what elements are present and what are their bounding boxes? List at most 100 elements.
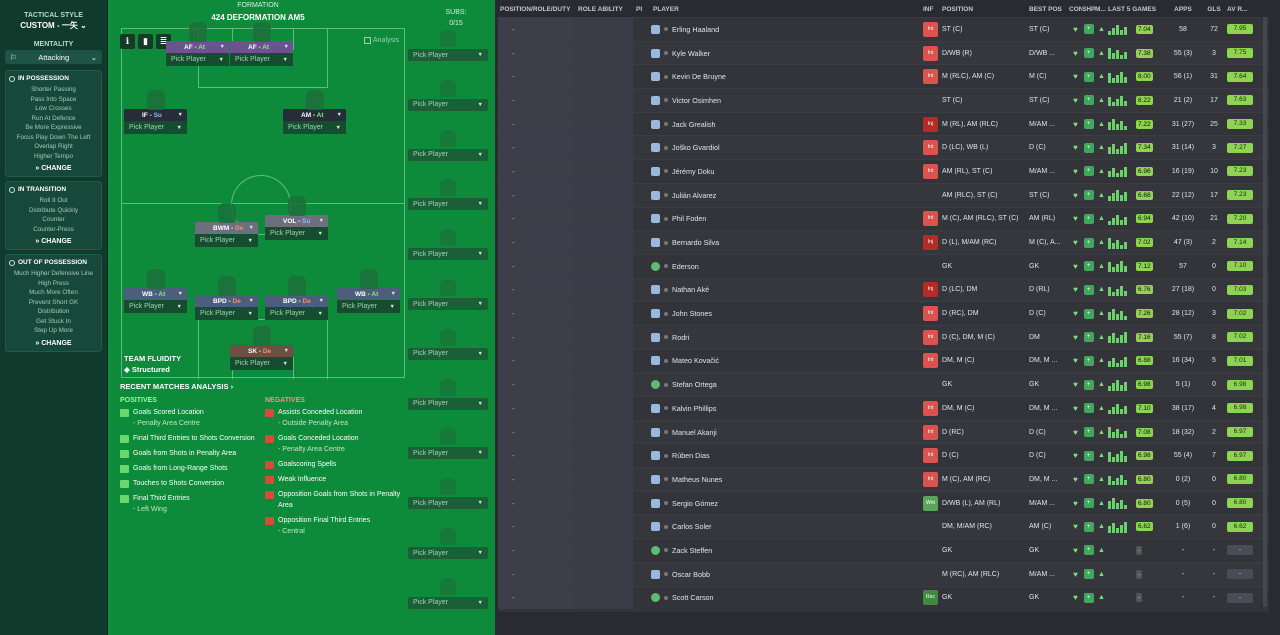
position-cell[interactable]: - bbox=[498, 136, 573, 160]
table-row[interactable]: - Erling Haaland Int ST (C) ST (C) ♥ + ▲ 7.04 58 7… bbox=[498, 17, 1269, 41]
table-row[interactable]: - Scott Carson Rec GK GK ♥ + ▲ - - - - bbox=[498, 585, 1269, 610]
player-cell[interactable]: Manuel Akanji bbox=[651, 427, 923, 437]
player-cell[interactable]: Victor Osimhen bbox=[651, 95, 923, 105]
change-out-of-possession-button[interactable]: » CHANGE bbox=[9, 340, 98, 347]
position-slot[interactable]: AM - At ▼ Pick Player ▼ bbox=[283, 90, 346, 134]
pick-player-button[interactable]: Pick Player ▼ bbox=[408, 248, 488, 261]
player-cell[interactable]: Phil Foden bbox=[651, 214, 923, 224]
col-pi[interactable]: PI bbox=[633, 6, 651, 13]
pick-player-button[interactable]: Pick Player ▼ bbox=[230, 357, 293, 370]
negative-item[interactable]: Goalscoring Spells bbox=[265, 459, 405, 470]
position-slot[interactable]: BWM - De ▼ Pick Player ▼ bbox=[195, 203, 258, 247]
pick-player-button[interactable]: Pick Player ▼ bbox=[283, 121, 346, 134]
sub-slot[interactable]: Pick Player ▼ bbox=[408, 328, 488, 360]
pick-player-button[interactable]: Pick Player ▼ bbox=[124, 300, 187, 313]
pick-player-button[interactable]: Pick Player ▼ bbox=[408, 596, 488, 609]
position-slot[interactable]: BPD - De ▼ Pick Player ▼ bbox=[195, 276, 258, 320]
positive-item[interactable]: Goals Scored Location - Penalty Area Cent… bbox=[120, 407, 260, 429]
table-row[interactable]: - Sergio Gómez Wnt D/WB (L), AM (RL) M/AM ..… bbox=[498, 490, 1269, 515]
player-cell[interactable]: Matheus Nunes bbox=[651, 474, 923, 484]
negative-item[interactable]: Goals Conceded Location - Penalty Area Ce… bbox=[265, 433, 405, 455]
change-in-transition-button[interactable]: » CHANGE bbox=[9, 238, 98, 245]
player-cell[interactable]: Oscar Bobb bbox=[651, 569, 923, 579]
player-cell[interactable]: Nathan Aké bbox=[651, 285, 923, 295]
position-cell[interactable]: - bbox=[498, 254, 573, 278]
pick-player-button[interactable]: Pick Player ▼ bbox=[265, 307, 328, 320]
player-cell[interactable]: Sergio Gómez bbox=[651, 498, 923, 508]
sub-slot[interactable]: Pick Player ▼ bbox=[408, 577, 488, 609]
player-cell[interactable]: Jack Grealish bbox=[651, 119, 923, 129]
player-cell[interactable]: Rúben Dias bbox=[651, 451, 923, 461]
scrollbar[interactable] bbox=[1263, 17, 1267, 607]
positive-item[interactable]: Touches to Shots Conversion bbox=[120, 478, 260, 489]
pick-player-button[interactable]: Pick Player ▼ bbox=[195, 234, 258, 247]
position-slot[interactable]: WB - At ▼ Pick Player ▼ bbox=[124, 269, 187, 313]
position-cell[interactable]: - bbox=[498, 397, 573, 420]
col-m[interactable]: M... bbox=[1095, 6, 1108, 13]
player-cell[interactable]: Rodri bbox=[651, 332, 923, 342]
negative-item[interactable]: Opposition Final Third Entries - Central bbox=[265, 515, 405, 537]
table-row[interactable]: - Ederson GK GK ♥ + ▲ 7.12 57 0 7.10 bbox=[498, 253, 1269, 278]
col-inf[interactable]: INF bbox=[923, 6, 942, 13]
col-apps[interactable]: APPS bbox=[1165, 6, 1201, 13]
table-row[interactable]: - Stefan Ortega GK GK ♥ + ▲ 6.98 5 (1) 0 6.98 bbox=[498, 372, 1269, 396]
player-cell[interactable]: John Stones bbox=[651, 309, 923, 319]
position-cell[interactable]: - bbox=[498, 562, 573, 586]
sub-slot[interactable]: Pick Player ▼ bbox=[408, 229, 488, 261]
pick-player-button[interactable]: Pick Player ▼ bbox=[337, 300, 400, 313]
player-cell[interactable]: Stefan Ortega bbox=[651, 380, 923, 390]
formation-name[interactable]: 424 DEFORMATION AM5 bbox=[108, 13, 408, 22]
positive-item[interactable]: Goals from Long-Range Shots bbox=[120, 463, 260, 474]
player-cell[interactable]: Kevin De Bruyne bbox=[651, 72, 923, 82]
position-slot[interactable]: AF - At ▼ Pick Player ▼ bbox=[230, 22, 293, 66]
recent-matches-analysis-link[interactable]: RECENT MATCHES ANALYSIS › bbox=[120, 382, 233, 391]
pick-player-button[interactable]: Pick Player ▼ bbox=[408, 49, 488, 61]
pick-player-button[interactable]: Pick Player ▼ bbox=[265, 227, 328, 240]
position-cell[interactable]: - bbox=[498, 160, 573, 183]
col-shp[interactable]: SHP bbox=[1082, 6, 1095, 13]
player-cell[interactable]: Mateo Kovačić bbox=[651, 356, 923, 366]
info-icon[interactable]: ℹ bbox=[120, 34, 135, 49]
pick-player-button[interactable]: Pick Player ▼ bbox=[408, 347, 488, 360]
position-cell[interactable]: - bbox=[498, 539, 573, 562]
position-cell[interactable]: - bbox=[498, 325, 573, 349]
position-slot[interactable]: IF - Su ▼ Pick Player ▼ bbox=[124, 90, 187, 134]
player-cell[interactable]: Kyle Walker bbox=[651, 48, 923, 58]
table-row[interactable]: - Kyle Walker Int D/WB (R) D/WB ... ♥ + ▲ 7.38 55… bbox=[498, 40, 1269, 65]
position-cell[interactable]: - bbox=[498, 586, 573, 610]
position-slot[interactable]: AF - At ▼ Pick Player ▼ bbox=[166, 22, 229, 66]
sub-slot[interactable]: Pick Player ▼ bbox=[408, 30, 488, 61]
table-row[interactable]: - John Stones Int D (RC), DM D (C) ♥ + ▲ 7.26 28 … bbox=[498, 301, 1269, 325]
col-player[interactable]: PLAYER bbox=[651, 6, 923, 13]
position-slot[interactable]: BPD - De ▼ Pick Player ▼ bbox=[265, 276, 328, 320]
col-position[interactable]: POSITION/ROLE/DUTY bbox=[498, 6, 573, 13]
position-cell[interactable]: - bbox=[498, 468, 573, 491]
table-row[interactable]: - Nathan Aké Inj D (LC), DM D (RL) ♥ + ▲ 6.76 27 … bbox=[498, 277, 1269, 302]
position-cell[interactable]: - bbox=[498, 349, 573, 373]
pick-player-button[interactable]: Pick Player ▼ bbox=[408, 397, 488, 410]
position-cell[interactable]: - bbox=[498, 231, 573, 254]
col-con[interactable]: CON bbox=[1069, 6, 1082, 13]
table-row[interactable]: - Julián Alvarez AM (RLC), ST (C) ST (C) ♥ + ▲… bbox=[498, 182, 1269, 207]
col-role-ability[interactable]: ROLE ABILITY bbox=[573, 6, 633, 13]
pick-player-button[interactable]: Pick Player ▼ bbox=[408, 298, 488, 310]
table-row[interactable]: - Matheus Nunes Int M (C), AM (RC) DM, M ...… bbox=[498, 467, 1269, 491]
sub-slot[interactable]: Pick Player ▼ bbox=[408, 279, 488, 310]
pick-player-button[interactable]: Pick Player ▼ bbox=[230, 53, 293, 66]
position-slot[interactable]: VOL - Su ▼ Pick Player ▼ bbox=[265, 196, 328, 240]
pick-player-button[interactable]: Pick Player ▼ bbox=[408, 547, 488, 559]
pick-player-button[interactable]: Pick Player ▼ bbox=[408, 497, 488, 510]
pick-player-button[interactable]: Pick Player ▼ bbox=[195, 307, 258, 320]
position-cell[interactable]: - bbox=[498, 373, 573, 396]
position-cell[interactable]: - bbox=[498, 302, 573, 325]
positive-item[interactable]: Final Third Entries - Left Wing bbox=[120, 493, 260, 515]
negative-item[interactable]: Assists Conceded Location - Outside Penal… bbox=[265, 407, 405, 429]
player-cell[interactable]: Erling Haaland bbox=[651, 24, 923, 34]
col-best-pos[interactable]: BEST POS bbox=[1029, 6, 1069, 13]
table-row[interactable]: - Phil Foden Int M (C), AM (RLC), ST (C) AM … bbox=[498, 206, 1269, 231]
position-cell[interactable]: - bbox=[498, 420, 573, 444]
col-last5[interactable]: LAST 5 GAMES bbox=[1108, 6, 1165, 13]
position-cell[interactable]: - bbox=[498, 18, 573, 41]
table-row[interactable]: - Kalvin Phillips Int DM, M (C) DM, M ... ♥ + ▲… bbox=[498, 396, 1269, 420]
player-cell[interactable]: Scott Carson bbox=[651, 593, 923, 603]
